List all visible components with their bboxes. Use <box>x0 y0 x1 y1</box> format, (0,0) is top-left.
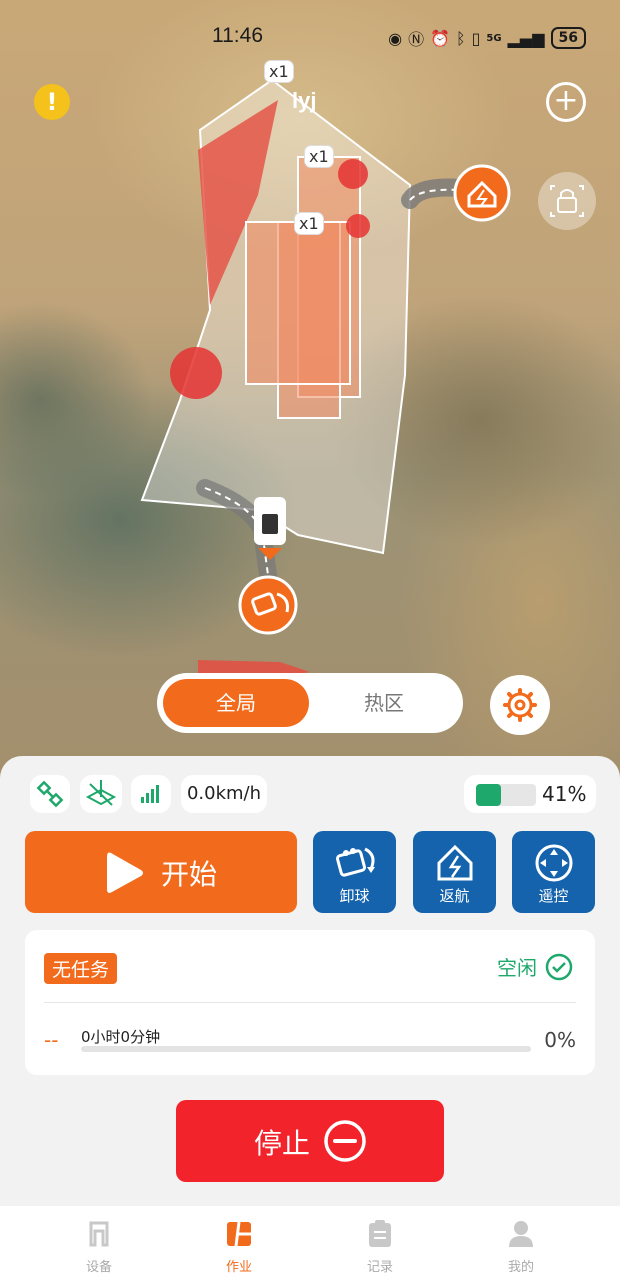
task-card: 无任务 空闲 -- 0小时0分钟 0% <box>25 930 595 1075</box>
elapsed-time: 0小时0分钟 <box>81 1028 161 1046</box>
satellite-status <box>30 775 70 813</box>
device-icon <box>89 1221 109 1247</box>
zone-label: lyj <box>292 88 317 113</box>
eye-icon: ◉ <box>388 28 403 48</box>
minus-circle-icon <box>324 1120 366 1162</box>
task-placeholder: -- <box>44 1028 59 1052</box>
toggle-hotzone[interactable]: 热区 <box>311 679 457 727</box>
tab-device[interactable]: 设备 <box>59 1218 139 1275</box>
signal-status <box>131 775 171 813</box>
battery-icon <box>476 784 536 806</box>
robot-state: 空闲 <box>497 952 573 981</box>
battery-indicator: 56 <box>550 27 586 49</box>
multiplier-badge: x1 <box>264 60 294 83</box>
nfc-icon: Ⓝ <box>408 30 425 49</box>
tab-label: 记录 <box>366 1260 393 1275</box>
toggle-global[interactable]: 全局 <box>163 679 309 727</box>
tab-record[interactable]: 记录 <box>340 1218 420 1275</box>
signal-bars-icon <box>141 785 159 803</box>
add-icon[interactable]: + <box>546 82 586 122</box>
network-label: 5G <box>486 32 502 44</box>
remote-label: 遥控 <box>538 887 569 905</box>
map-overlay <box>140 78 511 690</box>
home-station-icon <box>453 164 511 222</box>
tab-profile[interactable]: 我的 <box>481 1218 561 1275</box>
task-status-tag: 无任务 <box>44 953 118 984</box>
stop-button[interactable]: 停止 <box>176 1100 444 1182</box>
task-progress-bar <box>81 1046 531 1052</box>
positioning-icon <box>85 780 117 806</box>
positioning-status <box>80 775 122 813</box>
start-button[interactable]: 开始 <box>25 831 297 913</box>
tab-work[interactable]: 作业 <box>199 1218 279 1275</box>
settings-button[interactable] <box>490 675 550 735</box>
multiplier-badge: x1 <box>304 145 334 168</box>
record-icon <box>369 1220 391 1247</box>
remote-button[interactable]: 遥控 <box>512 831 595 913</box>
lock-icon <box>550 185 584 217</box>
tab-label: 作业 <box>225 1260 252 1275</box>
obstacle-marker <box>170 347 222 399</box>
map-view[interactable]: 11:46 ◉ Ⓝ ⏰ ᛒ ▯ 5G ▂▄▆ 56 ! + lyj x1 x1 … <box>0 0 620 790</box>
work-icon <box>227 1221 251 1247</box>
bottom-tab-bar: 设备 作业 记录 我的 <box>0 1206 620 1279</box>
stop-label: 停止 <box>254 1127 311 1160</box>
check-circle-icon <box>545 953 573 980</box>
return-label: 返航 <box>439 887 470 905</box>
vibrate-icon: ▯ <box>471 28 481 48</box>
map-lock-button[interactable] <box>538 172 596 230</box>
progress-percent: 0% <box>544 1028 576 1052</box>
profile-icon <box>509 1221 533 1247</box>
robot-battery: 41% <box>464 775 596 813</box>
multiplier-badge: x1 <box>294 212 324 235</box>
battery-fill <box>476 784 501 806</box>
bluetooth-icon: ᛒ <box>456 28 466 48</box>
view-toggle: 全局 热区 <box>157 673 463 733</box>
ball-unload-icon <box>335 847 375 877</box>
return-button[interactable]: 返航 <box>413 831 496 913</box>
satellite-icon <box>36 780 64 808</box>
battery-percent: 41% <box>542 782 587 806</box>
tab-label: 我的 <box>507 1260 534 1275</box>
status-time: 11:46 <box>212 24 263 47</box>
status-bar: 11:46 ◉ Ⓝ ⏰ ᛒ ▯ 5G ▂▄▆ 56 <box>0 22 620 52</box>
unload-button[interactable]: 卸球 <box>313 831 396 913</box>
unload-label: 卸球 <box>339 887 370 905</box>
gear-icon <box>503 688 537 722</box>
play-icon <box>107 852 143 893</box>
unload-station-icon <box>238 575 298 635</box>
return-home-icon <box>437 844 473 881</box>
obstacle-marker <box>338 159 368 189</box>
tab-label: 设备 <box>85 1260 112 1275</box>
robot-state-label: 空闲 <box>497 956 537 980</box>
alarm-icon: ⏰ <box>430 28 450 48</box>
start-label: 开始 <box>161 858 218 891</box>
signal-icon: ▂▄▆ <box>507 28 545 48</box>
warning-icon[interactable]: ! <box>34 84 70 120</box>
hot-zone-3 <box>245 221 351 385</box>
remote-control-icon <box>535 844 573 882</box>
obstacle-marker <box>346 214 370 238</box>
speed-readout: 0.0km/h <box>181 775 267 813</box>
divider <box>44 1002 576 1003</box>
